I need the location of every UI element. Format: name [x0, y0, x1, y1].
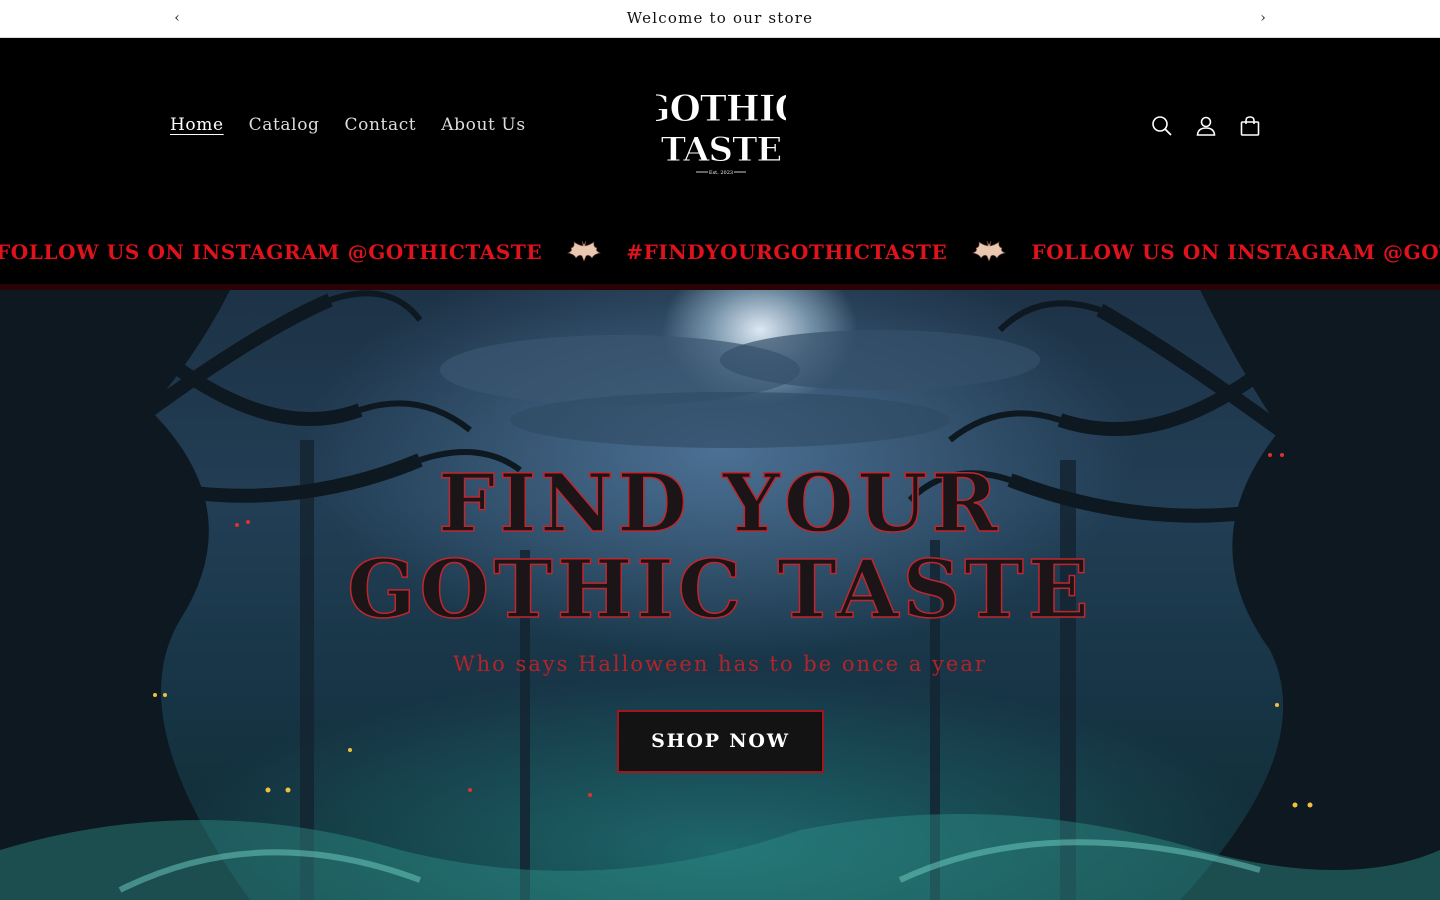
nav-item-contact[interactable]: Contact [345, 115, 417, 135]
bat-icon [969, 239, 1009, 265]
header-icons [1151, 115, 1261, 137]
logo-line1: GOTHIC [656, 88, 786, 130]
marquee-item: #FINDYOURGOTHICTASTE [626, 240, 948, 264]
hero-banner: FIND YOUR GOTHIC TASTE Who says Hallowee… [0, 290, 1440, 900]
logo-line2: TASTE [661, 130, 782, 170]
scrolling-marquee: FOLLOW US ON INSTAGRAM @GOTHICTASTE #FIN… [0, 217, 1440, 290]
logo-tagline: Est. 2023 [709, 170, 733, 176]
announcement-bar: ‹ Welcome to our store › [0, 0, 1440, 38]
site-logo[interactable]: GOTHIC TASTE Est. 2023 [639, 75, 803, 179]
site-header: Home Catalog Contact About Us GOTHIC TAS… [0, 39, 1440, 217]
nav-item-home[interactable]: Home [170, 115, 224, 135]
hero-title-line2: GOTHIC TASTE [346, 542, 1093, 636]
shop-now-button[interactable]: SHOP NOW [617, 710, 824, 773]
nav-item-catalog[interactable]: Catalog [249, 115, 320, 135]
hero-title-line1: FIND YOUR [437, 456, 1002, 550]
marquee-track: FOLLOW US ON INSTAGRAM @GOTHICTASTE #FIN… [0, 239, 1440, 265]
marquee-item: FOLLOW US ON INSTAGRAM @GOTHICTASTE [0, 240, 543, 264]
chevron-right-icon[interactable]: › [1253, 8, 1273, 28]
bat-icon [564, 239, 604, 265]
announcement-message: Welcome to our store [626, 9, 814, 27]
marquee-item: FOLLOW US ON INSTAGRAM @GOTHICTASTE [1031, 240, 1440, 264]
search-icon[interactable] [1151, 115, 1173, 137]
hero-subtitle: Who says Halloween has to be once a year [453, 652, 987, 676]
cart-icon[interactable] [1239, 115, 1261, 137]
account-icon[interactable] [1195, 115, 1217, 137]
main-nav: Home Catalog Contact About Us [170, 115, 526, 135]
nav-item-about-us[interactable]: About Us [441, 115, 525, 135]
hero-title: FIND YOUR GOTHIC TASTE [0, 459, 1440, 633]
